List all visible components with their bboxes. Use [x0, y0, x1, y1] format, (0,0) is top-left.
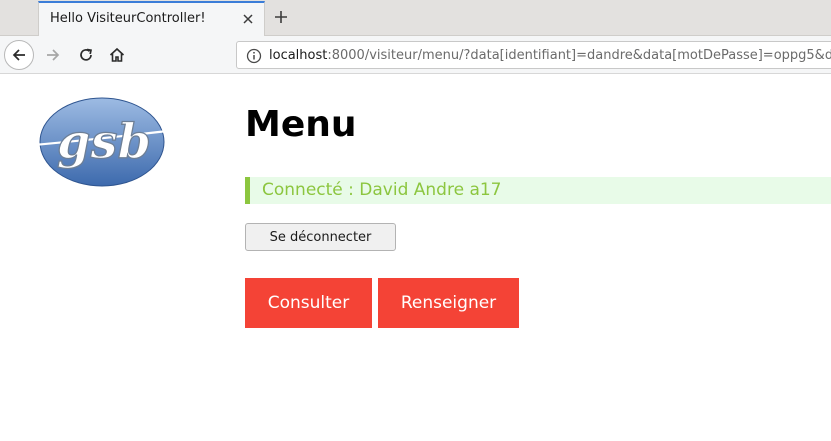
back-arrow-icon[interactable]	[4, 40, 34, 70]
info-icon[interactable]	[246, 48, 262, 64]
url-text: localhost:8000/visiteur/menu/?data[ident…	[269, 48, 831, 63]
browser-tab[interactable]: Hello VisiteurController!	[38, 1, 265, 36]
gsb-logo: gsb	[30, 96, 178, 188]
forward-arrow-icon[interactable]	[38, 40, 68, 70]
logo-text: gsb	[57, 114, 151, 170]
consult-button[interactable]: Consulter	[245, 278, 372, 328]
status-alert: Connecté : David Andre a17	[245, 177, 831, 204]
tab-bar: Hello VisiteurController!	[0, 0, 831, 36]
reload-icon[interactable]	[71, 40, 101, 70]
home-icon[interactable]	[102, 40, 132, 70]
address-bar[interactable]: localhost:8000/visiteur/menu/?data[ident…	[236, 41, 831, 69]
tab-title: Hello VisiteurController!	[50, 11, 206, 26]
connected-user-message: Connecté : David Andre a17	[262, 180, 502, 200]
renseigner-button[interactable]: Renseigner	[378, 278, 519, 328]
plus-icon[interactable]	[270, 6, 292, 28]
logout-button[interactable]: Se déconnecter	[245, 223, 396, 251]
url-path: :8000/visiteur/menu/?data[identifiant]=d…	[327, 48, 831, 63]
url-host: localhost	[269, 48, 328, 63]
close-icon[interactable]	[240, 11, 256, 27]
navigation-toolbar: localhost:8000/visiteur/menu/?data[ident…	[0, 36, 831, 74]
page-title: Menu	[245, 104, 357, 145]
